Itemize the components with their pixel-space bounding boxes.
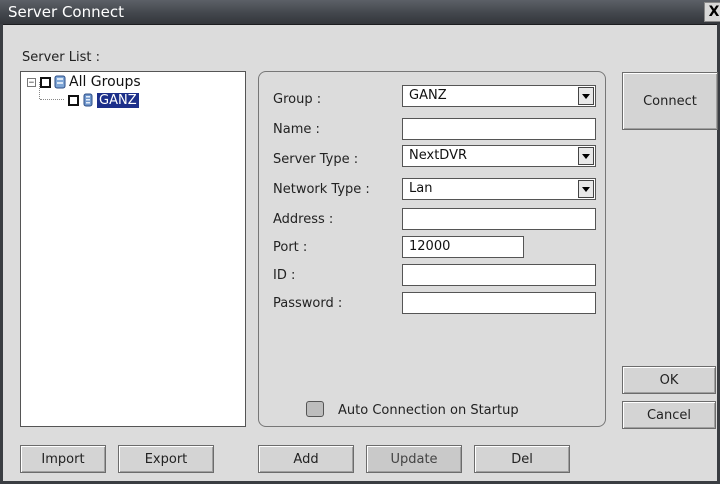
server-type-value: NextDVR xyxy=(409,148,467,163)
address-label: Address : xyxy=(273,212,334,227)
network-type-select[interactable]: Lan xyxy=(402,178,596,200)
id-label: ID : xyxy=(273,268,296,283)
group-select-value: GANZ xyxy=(409,88,447,103)
tree-item-all-groups[interactable]: − All Groups xyxy=(27,74,141,90)
name-label: Name : xyxy=(273,122,320,137)
title-bar[interactable]: Server Connect X xyxy=(0,0,720,25)
id-field[interactable] xyxy=(402,264,596,286)
auto-connection-label: Auto Connection on Startup xyxy=(338,403,519,418)
ok-button[interactable]: OK xyxy=(622,366,716,394)
name-field[interactable] xyxy=(402,118,596,140)
del-button[interactable]: Del xyxy=(474,445,570,473)
import-button[interactable]: Import xyxy=(20,445,106,473)
tree-checkbox-all-groups[interactable] xyxy=(40,76,51,88)
auto-connection-checkbox[interactable] xyxy=(306,401,324,417)
window-frame-left xyxy=(0,24,3,484)
tree-item-ganz[interactable]: GANZ xyxy=(68,92,139,108)
server-list-label: Server List : xyxy=(22,50,100,65)
dropdown-button[interactable] xyxy=(578,87,594,105)
chevron-down-icon xyxy=(582,93,590,99)
collapse-icon[interactable]: − xyxy=(27,77,36,87)
tree-item-label: GANZ xyxy=(97,92,139,108)
tree-item-label: All Groups xyxy=(69,74,141,90)
chevron-down-icon xyxy=(582,153,590,159)
network-type-label: Network Type : xyxy=(273,182,370,197)
cancel-button[interactable]: Cancel xyxy=(622,401,716,429)
connect-button[interactable]: Connect xyxy=(622,72,718,130)
close-button[interactable]: X xyxy=(704,2,720,22)
port-field[interactable]: 12000 xyxy=(402,236,524,258)
password-label: Password : xyxy=(273,296,343,311)
window-title: Server Connect xyxy=(8,3,124,21)
tree-checkbox-ganz[interactable] xyxy=(68,94,79,106)
export-button[interactable]: Export xyxy=(118,445,214,473)
server-icon xyxy=(83,93,93,107)
group-select[interactable]: GANZ xyxy=(402,85,596,107)
group-label: Group : xyxy=(273,92,322,107)
network-type-value: Lan xyxy=(409,181,433,196)
port-label: Port : xyxy=(273,240,308,255)
add-button[interactable]: Add xyxy=(258,445,354,473)
dropdown-button[interactable] xyxy=(578,147,594,165)
dropdown-button[interactable] xyxy=(578,180,594,198)
chevron-down-icon xyxy=(582,186,590,192)
update-button[interactable]: Update xyxy=(366,445,462,473)
server-connect-dialog: Server Connect X Server List : − All Gro… xyxy=(0,0,720,484)
password-field[interactable] xyxy=(402,292,596,314)
server-tree[interactable] xyxy=(20,71,246,427)
address-field[interactable] xyxy=(402,208,596,230)
server-type-select[interactable]: NextDVR xyxy=(402,145,596,167)
tree-connector-horizontal xyxy=(40,99,64,100)
server-type-label: Server Type : xyxy=(273,152,359,167)
server-group-icon xyxy=(54,75,66,89)
